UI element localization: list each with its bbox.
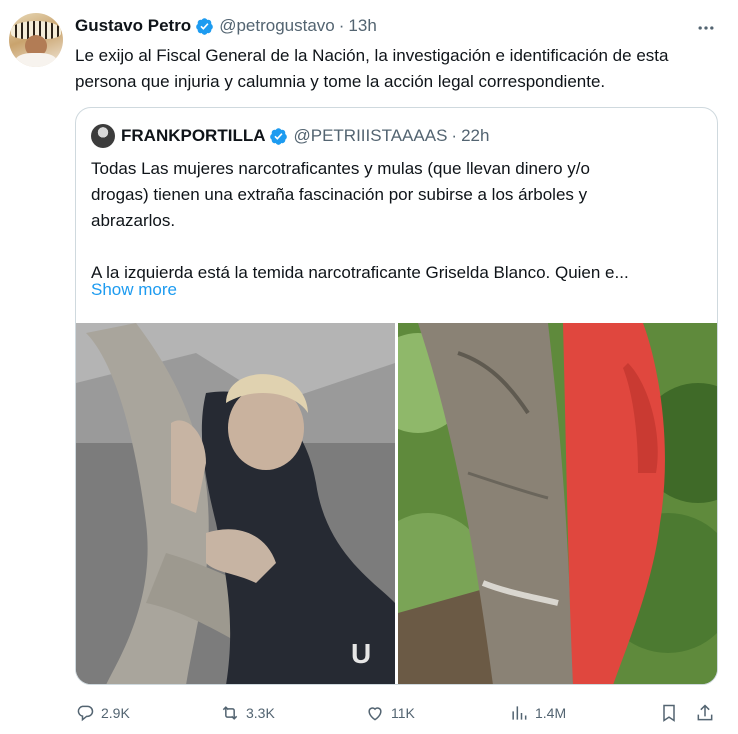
verified-badge-icon xyxy=(270,127,288,145)
media-photo-right[interactable] xyxy=(398,323,717,684)
action-bar: 2.9K 3.3K 11K 1.4M xyxy=(75,700,720,726)
reply-count: 2.9K xyxy=(101,705,130,721)
author-avatar[interactable] xyxy=(9,13,63,67)
quoted-text-line: Todas Las mujeres narcotraficantes y mul… xyxy=(91,159,590,178)
tweet-timestamp[interactable]: 13h xyxy=(348,16,376,36)
reply-button[interactable]: 2.9K xyxy=(75,700,130,726)
quoted-tweet-media: U xyxy=(76,323,717,684)
show-more-link[interactable]: Show more xyxy=(91,280,177,300)
bookmark-button[interactable] xyxy=(659,700,685,726)
quoted-tweet-text: Todas Las mujeres narcotraficantes y mul… xyxy=(91,156,706,286)
quoted-tweet[interactable]: FRANKPORTILLA @PETRIIISTAAAAS · 22h Toda… xyxy=(75,107,718,685)
like-count: 11K xyxy=(391,705,415,721)
like-button[interactable]: 11K xyxy=(365,700,415,726)
quoted-tweet-header: FRANKPORTILLA @PETRIIISTAAAAS · 22h xyxy=(91,124,489,148)
quoted-tweet-timestamp: 22h xyxy=(461,126,490,145)
header-separator: · xyxy=(338,16,345,35)
verified-badge-icon xyxy=(196,17,214,35)
repost-count: 3.3K xyxy=(246,705,275,721)
quoted-header-separator: · xyxy=(451,126,458,145)
quoted-author-avatar xyxy=(91,124,115,148)
quoted-author-display-name: FRANKPORTILLA xyxy=(121,126,266,145)
like-icon xyxy=(368,707,382,721)
tweet: Gustavo Petro @petrogustavo · 13h Le exi… xyxy=(0,0,738,734)
bookmark-icon xyxy=(663,704,675,722)
quoted-text-line: abrazarlos. xyxy=(91,211,176,230)
media-watermark: U xyxy=(351,638,371,669)
author-display-name[interactable]: Gustavo Petro xyxy=(75,16,191,36)
quoted-text-line: A la izquierda está la temida narcotrafi… xyxy=(91,263,629,282)
views-button[interactable]: 1.4M xyxy=(509,700,566,726)
quoted-text-line: drogas) tienen una extraña fascinación p… xyxy=(91,185,588,204)
media-photo-left[interactable]: U xyxy=(76,323,395,684)
views-count: 1.4M xyxy=(535,705,567,721)
more-options-button[interactable] xyxy=(694,16,718,40)
author-handle[interactable]: @petrogustavo xyxy=(219,16,335,36)
repost-button[interactable]: 3.3K xyxy=(220,700,275,726)
reply-icon xyxy=(77,705,94,722)
views-icon xyxy=(512,706,527,720)
repost-icon xyxy=(222,706,238,720)
share-icon xyxy=(697,704,713,721)
quoted-author-handle: @PETRIIISTAAAAS xyxy=(293,126,448,145)
tweet-text: Le exijo al Fiscal General de la Nación,… xyxy=(75,46,669,91)
share-button[interactable] xyxy=(695,700,721,726)
more-options-icon xyxy=(698,26,714,30)
tweet-header: Gustavo Petro @petrogustavo · 13h xyxy=(75,14,377,38)
